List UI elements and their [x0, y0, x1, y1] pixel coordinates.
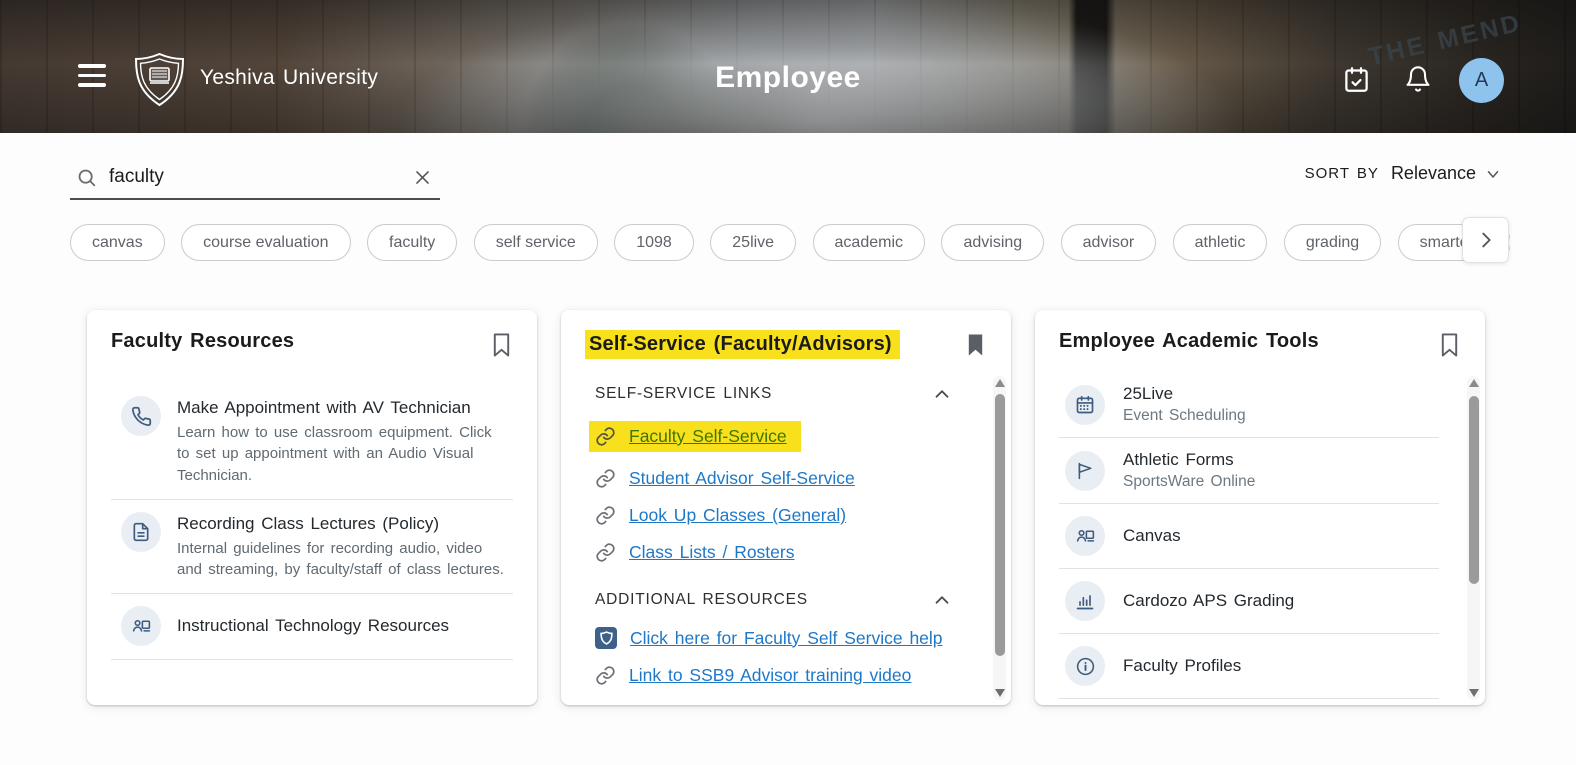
- link-row: Link to SSB9 Advisor training video: [595, 665, 953, 686]
- link-icon: [595, 665, 616, 686]
- notifications-bell-icon[interactable]: [1404, 65, 1432, 93]
- resource-title: Make Appointment with AV Technician: [177, 396, 509, 418]
- chip-1098[interactable]: 1098: [614, 224, 694, 261]
- chip-advising[interactable]: advising: [941, 224, 1044, 261]
- tool-item[interactable]: Canvas: [1059, 504, 1439, 569]
- chevron-up-icon[interactable]: [931, 383, 953, 405]
- card-scrollbar: [1467, 376, 1480, 700]
- tool-subtitle: Event Scheduling: [1123, 407, 1246, 425]
- card-title-highlighted: Self-Service (Faculty/Advisors): [585, 330, 900, 359]
- instructor-screen-icon: [1065, 516, 1105, 556]
- chip-faculty[interactable]: faculty: [367, 224, 457, 261]
- card-employee-academic-tools: Employee Academic Tools 25Live: [1035, 310, 1485, 705]
- results-cards: Faculty Resources Make Appointment with …: [87, 310, 1485, 705]
- card-title: Faculty Resources: [111, 330, 294, 353]
- chip-canvas[interactable]: canvas: [70, 224, 165, 261]
- page-header: THE MEND Yeshiva University Employee A: [0, 0, 1576, 133]
- link-row: Class Lists / Rosters: [595, 542, 953, 563]
- link-icon: [595, 505, 616, 526]
- tool-title: 25Live: [1123, 384, 1246, 404]
- chip-25live[interactable]: 25live: [710, 224, 796, 261]
- card-title: Employee Academic Tools: [1059, 330, 1319, 353]
- sort-by-label: SORT BY: [1305, 165, 1379, 182]
- info-icon: [1065, 646, 1105, 686]
- search-bar: [70, 156, 440, 200]
- chevron-up-icon[interactable]: [931, 589, 953, 611]
- resource-item[interactable]: Recording Class Lectures (Policy) Intern…: [111, 500, 513, 595]
- phone-icon: [121, 396, 161, 436]
- link-faculty-self-service-help[interactable]: Click here for Faculty Self Service help: [630, 628, 943, 649]
- bookmark-icon[interactable]: [490, 332, 513, 358]
- link-icon: [595, 468, 616, 489]
- link-row-highlighted: Faculty Self-Service: [589, 421, 801, 452]
- search-input[interactable]: [109, 166, 409, 188]
- chip-academic[interactable]: academic: [813, 224, 925, 261]
- section-heading: SELF-SERVICE LINKS: [595, 385, 772, 403]
- link-faculty-self-service[interactable]: Faculty Self-Service: [629, 426, 787, 447]
- scrollbar-down-arrow[interactable]: [1469, 689, 1479, 697]
- resource-description: Learn how to use classroom equipment. Cl…: [177, 422, 509, 486]
- tool-item[interactable]: 25Live Event Scheduling: [1059, 372, 1439, 438]
- tool-title: Canvas: [1123, 526, 1181, 546]
- chip-grading[interactable]: grading: [1284, 224, 1381, 261]
- tool-title: Athletic Forms: [1123, 450, 1255, 470]
- link-row: Student Advisor Self-Service: [595, 468, 953, 489]
- sort-dropdown-value: Relevance: [1391, 163, 1476, 184]
- tool-title: Cardozo APS Grading: [1123, 591, 1294, 611]
- filter-chips-row: canvas course evaluation faculty self se…: [70, 224, 1510, 264]
- scrollbar-thumb[interactable]: [995, 394, 1005, 656]
- link-student-advisor-self-service[interactable]: Student Advisor Self-Service: [629, 468, 855, 489]
- sort-dropdown[interactable]: Relevance: [1391, 163, 1502, 184]
- tool-subtitle: SportsWare Online: [1123, 473, 1255, 491]
- calendar-check-icon[interactable]: [1343, 66, 1370, 93]
- bookmark-icon[interactable]: [1438, 332, 1461, 358]
- flag-icon: [1065, 451, 1105, 491]
- search-icon: [76, 167, 97, 188]
- tool-item[interactable]: Athletic Forms SportsWare Online: [1059, 438, 1439, 504]
- tool-item[interactable]: Faculty Profiles: [1059, 634, 1439, 699]
- link-icon: [595, 426, 616, 447]
- chevron-right-icon: [1475, 229, 1497, 251]
- resource-item[interactable]: Make Appointment with AV Technician Lear…: [111, 384, 513, 500]
- tool-title: Faculty Profiles: [1123, 656, 1241, 676]
- link-look-up-classes[interactable]: Look Up Classes (General): [629, 505, 846, 526]
- page-title: Employee: [0, 61, 1576, 95]
- link-row: Look Up Classes (General): [595, 505, 953, 526]
- link-row: Click here for Faculty Self Service help: [595, 627, 953, 649]
- yu-favicon: [595, 627, 617, 649]
- chip-advisor[interactable]: advisor: [1061, 224, 1157, 261]
- link-icon: [595, 542, 616, 563]
- resource-title: Instructional Technology Resources: [177, 616, 449, 636]
- sort-group: SORT BY Relevance: [1305, 163, 1502, 184]
- instructor-screen-icon: [121, 606, 161, 646]
- chip-athletic[interactable]: athletic: [1173, 224, 1268, 261]
- resource-item[interactable]: Instructional Technology Resources: [111, 594, 513, 660]
- bar-chart-icon: [1065, 581, 1105, 621]
- tool-item[interactable]: Cardozo APS Grading: [1059, 569, 1439, 634]
- bookmark-filled-icon[interactable]: [964, 332, 987, 358]
- scrollbar-up-arrow[interactable]: [1469, 379, 1479, 387]
- avatar[interactable]: A: [1459, 58, 1504, 103]
- resource-title: Recording Class Lectures (Policy): [177, 512, 509, 534]
- scrollbar-thumb[interactable]: [1469, 396, 1479, 584]
- card-scrollbar: [993, 376, 1006, 700]
- section-heading: ADDITIONAL RESOURCES: [595, 591, 808, 609]
- card-self-service: Self-Service (Faculty/Advisors) SELF-SER…: [561, 310, 1011, 705]
- chip-course-evaluation[interactable]: course evaluation: [181, 224, 350, 261]
- tool-item[interactable]: Review 1098T W9S Forms: [1059, 699, 1439, 705]
- calendar-icon: [1065, 385, 1105, 425]
- link-class-lists-rosters[interactable]: Class Lists / Rosters: [629, 542, 794, 563]
- card-faculty-resources: Faculty Resources Make Appointment with …: [87, 310, 537, 705]
- chips-scroll-right-button[interactable]: [1462, 217, 1509, 263]
- chip-self-service[interactable]: self service: [474, 224, 598, 261]
- resource-description: Internal guidelines for recording audio,…: [177, 538, 509, 581]
- scrollbar-down-arrow[interactable]: [995, 689, 1005, 697]
- link-ssb9-advisor-training-video[interactable]: Link to SSB9 Advisor training video: [629, 665, 911, 686]
- clear-search-icon[interactable]: [409, 164, 436, 191]
- chevron-down-icon: [1484, 165, 1502, 183]
- scrollbar-up-arrow[interactable]: [995, 379, 1005, 387]
- document-icon: [121, 512, 161, 552]
